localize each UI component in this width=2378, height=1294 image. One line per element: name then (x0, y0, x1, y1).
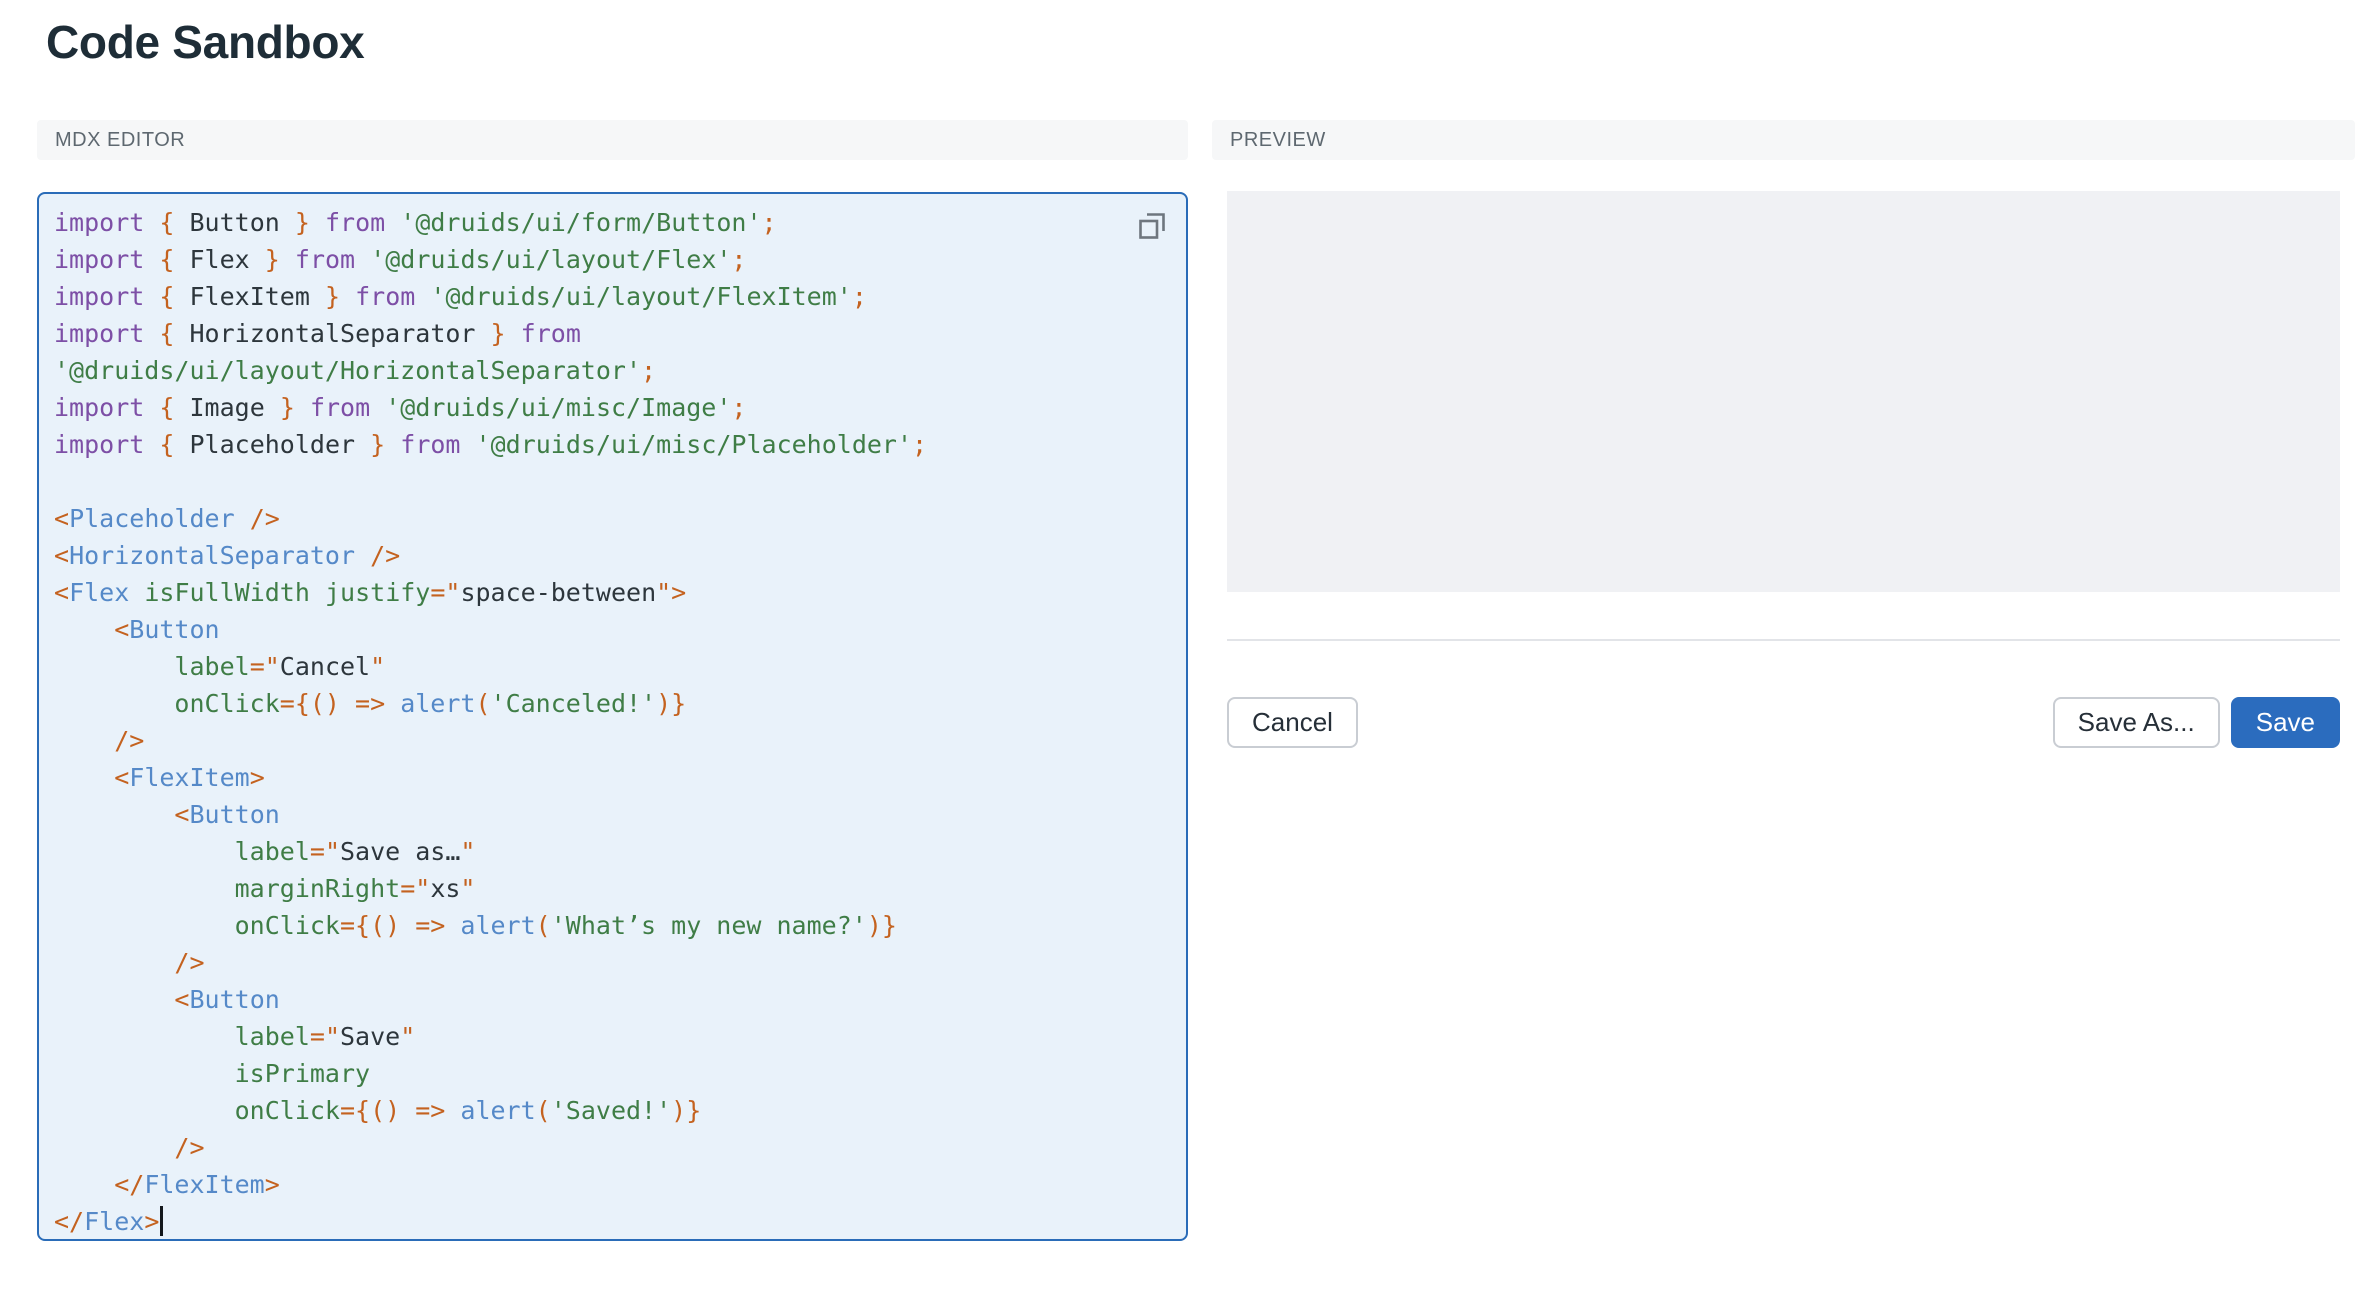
mdx-editor-panel: MDX EDITOR import { Button } from '@drui… (37, 120, 1188, 1241)
code-line: <Button (54, 796, 1172, 833)
preview-footer: Cancel Save As... Save (1227, 697, 2340, 748)
code-line: label="Save as…" (54, 833, 1172, 870)
text-cursor (160, 1206, 163, 1236)
mdx-code-editor[interactable]: import { Button } from '@druids/ui/form/… (37, 192, 1188, 1241)
preview-header: PREVIEW (1212, 120, 2355, 160)
code-line: import { Image } from '@druids/ui/misc/I… (54, 389, 1172, 426)
code-line: /> (54, 944, 1172, 981)
save-as-button[interactable]: Save As... (2053, 697, 2220, 748)
footer-right-group: Save As... Save (2053, 697, 2340, 748)
code-line: '@druids/ui/layout/HorizontalSeparator'; (54, 352, 1172, 389)
code-line: onClick={() => alert('Canceled!')} (54, 685, 1172, 722)
code-line: isPrimary (54, 1055, 1172, 1092)
code-line: /> (54, 722, 1172, 759)
code-line: <Button (54, 981, 1172, 1018)
page-title: Code Sandbox (46, 14, 2378, 70)
code-line: <HorizontalSeparator /> (54, 537, 1172, 574)
code-line: import { HorizontalSeparator } from (54, 315, 1172, 352)
code-line: <Flex isFullWidth justify="space-between… (54, 574, 1172, 611)
code-line (54, 463, 1172, 500)
code-line: import { FlexItem } from '@druids/ui/lay… (54, 278, 1172, 315)
code-line: import { Flex } from '@druids/ui/layout/… (54, 241, 1172, 278)
cancel-button[interactable]: Cancel (1227, 697, 1358, 748)
copy-button[interactable] (1134, 208, 1170, 244)
mdx-editor-header: MDX EDITOR (37, 120, 1188, 160)
preview-content: Cancel Save As... Save (1227, 160, 2340, 748)
code-line: label="Save" (54, 1018, 1172, 1055)
code-line: /> (54, 1129, 1172, 1166)
code-line: </FlexItem> (54, 1166, 1172, 1203)
code-line: <FlexItem> (54, 759, 1172, 796)
code-line: <Button (54, 611, 1172, 648)
mdx-editor-header-label: MDX EDITOR (55, 129, 185, 152)
code-line: import { Placeholder } from '@druids/ui/… (54, 426, 1172, 463)
copy-icon (1136, 210, 1168, 242)
horizontal-separator (1227, 639, 2340, 641)
code-line: onClick={() => alert('Saved!')} (54, 1092, 1172, 1129)
code-line: marginRight="xs" (54, 870, 1172, 907)
code-line: onClick={() => alert('What’s my new name… (54, 907, 1172, 944)
preview-header-label: PREVIEW (1230, 129, 1326, 152)
code-line: label="Cancel" (54, 648, 1172, 685)
save-button[interactable]: Save (2231, 697, 2340, 748)
code-line: import { Button } from '@druids/ui/form/… (54, 204, 1172, 241)
placeholder-box (1227, 191, 2340, 592)
preview-panel: PREVIEW Cancel Save As... Save (1212, 120, 2355, 1241)
code-line: </Flex> (54, 1203, 1172, 1240)
panels-row: MDX EDITOR import { Button } from '@drui… (37, 120, 2378, 1241)
code-content[interactable]: import { Button } from '@druids/ui/form/… (54, 204, 1172, 1240)
code-line: <Placeholder /> (54, 500, 1172, 537)
